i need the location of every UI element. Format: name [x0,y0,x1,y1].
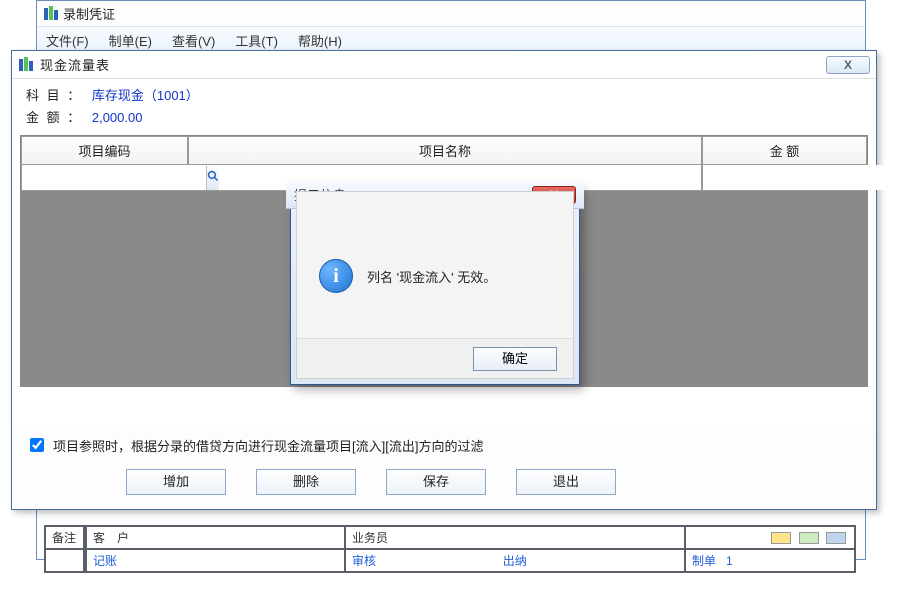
post-label: 记账 [85,549,345,572]
parent-bottom-grid: 备注 客 户 业务员 记账 审核 出纳 制单 1 [44,525,856,573]
stamp-icon[interactable] [826,532,846,544]
dialog-info: 科 目 ： 库存现金（1001） 金 额 ： 2,000.00 [12,79,876,131]
message-text: 列名 '现金流入' 无效。 [367,267,496,286]
message-box: 提示信息 X i 列名 '现金流入' 无效。 确定 [290,185,580,385]
menu-view[interactable]: 查看(V) [169,30,218,51]
delete-button[interactable]: 删除 [256,469,356,495]
dialog-close-button[interactable]: X [826,56,870,74]
search-icon [207,170,219,185]
remark-label: 备注 [45,526,85,549]
stamp-icon[interactable] [799,532,819,544]
operator-label: 业务员 [345,526,685,549]
info-icon: i [319,259,353,293]
app-logo-icon [43,6,59,22]
table-row: 记账 审核 出纳 制单 1 [45,549,855,572]
subject-value: 库存现金（1001） [92,88,199,103]
maker-label: 制单 1 [685,549,855,572]
menu-tools[interactable]: 工具(T) [232,30,281,51]
message-body: i 列名 '现金流入' 无效。 [297,216,573,336]
amount-value: 2,000.00 [92,110,143,125]
col-header-name: 项目名称 [188,136,702,165]
filter-checkbox-label: 项目参照时，根据分录的借贷方向进行现金流量项目[流入][流出]方向的过滤 [53,436,483,455]
menu-file[interactable]: 文件(F) [43,30,92,51]
project-code-input[interactable] [22,165,206,190]
message-footer: 确定 [297,338,573,378]
filter-checkbox[interactable] [30,438,44,452]
parent-titlebar: 录制凭证 [37,1,865,26]
menu-help[interactable]: 帮助(H) [295,30,345,51]
add-button[interactable]: 增加 [126,469,226,495]
parent-title-text: 录制凭证 [63,4,115,23]
dialog-titlebar: 现金流量表 X [12,51,876,79]
stamp-icon[interactable] [771,532,791,544]
dialog-title: 现金流量表 [40,55,110,74]
close-icon: X [844,58,852,72]
audit-label: 审核 出纳 [345,549,685,572]
amount-label: 金 额 ： [26,110,82,125]
ok-button[interactable]: 确定 [473,347,557,371]
exit-button[interactable]: 退出 [516,469,616,495]
menu-make[interactable]: 制单(E) [106,30,155,51]
app-logo-icon [18,57,34,73]
subject-label: 科 目 ： [26,88,82,103]
project-amount-input[interactable] [703,165,887,190]
grid-header: 项目编码 项目名称 金 额 [21,136,867,165]
customer-label: 客 户 [85,526,345,549]
table-row: 备注 客 户 业务员 [45,526,855,549]
filter-checkbox-row[interactable]: 项目参照时，根据分录的借贷方向进行现金流量项目[流入][流出]方向的过滤 [26,435,862,455]
save-button[interactable]: 保存 [386,469,486,495]
lookup-button[interactable] [206,166,219,190]
col-header-code: 项目编码 [21,136,188,165]
col-header-amount: 金 额 [702,136,867,165]
dialog-footer: 项目参照时，根据分录的借贷方向进行现金流量项目[流入][流出]方向的过滤 增加 … [12,425,876,509]
